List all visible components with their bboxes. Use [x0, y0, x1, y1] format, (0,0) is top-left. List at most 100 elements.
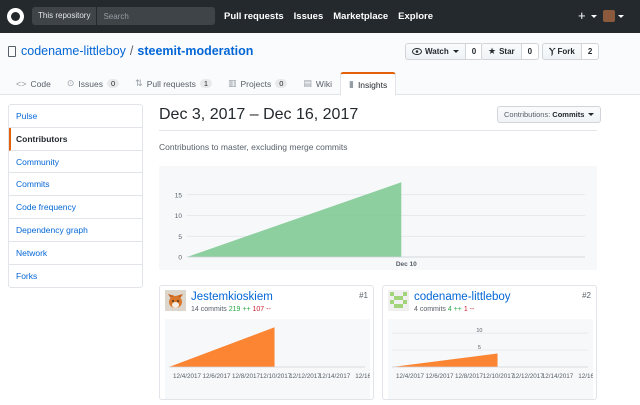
x-tick-label: 12/16/ [355, 373, 370, 380]
contributor-rank: #2 [582, 291, 591, 300]
user-avatar[interactable] [603, 10, 615, 22]
series-area [392, 353, 498, 367]
nav-issues[interactable]: Issues [294, 11, 324, 22]
date-range-title: Dec 3, 2017 – Dec 16, 2017 [159, 106, 359, 123]
contributor-card: Jestemkioskiem 14 commits 219 ++ 107 -- … [159, 285, 374, 400]
card-header: Jestemkioskiem 14 commits 219 ++ 107 -- … [160, 286, 373, 318]
repo-icon [8, 45, 16, 57]
star-label: Star [499, 47, 515, 56]
deletions-count: 107 -- [252, 306, 271, 313]
search-input[interactable]: Search [97, 12, 128, 21]
fork-count[interactable]: 2 [581, 43, 600, 60]
tab-projects[interactable]: ▥ Projects 0 [220, 72, 295, 95]
identicon-avatar[interactable] [388, 290, 409, 311]
x-tick-label: 12/16/ [578, 373, 593, 380]
sidebar-item-network[interactable]: Network [9, 242, 142, 265]
sidebar-item-contributors[interactable]: Contributors [9, 127, 142, 151]
sidebar-item-pulse[interactable]: Pulse [9, 105, 142, 128]
divider [159, 130, 597, 131]
series-area [187, 182, 402, 257]
x-tick-label: 12/6/2017 [425, 373, 454, 380]
contributions-select[interactable]: Contributions: Commits [497, 106, 602, 123]
chevron-down-icon [452, 50, 459, 53]
issue-icon: ⊙ [66, 78, 75, 88]
chevron-down-icon [588, 113, 595, 116]
tab-label: Code [30, 78, 51, 89]
tab-counter: 1 [199, 79, 212, 88]
commit-count[interactable]: 14 commits [191, 306, 227, 313]
fork-label: Fork [557, 47, 575, 56]
tab-label: Pull requests [146, 78, 196, 89]
fox-avatar[interactable] [165, 290, 186, 311]
repo-name-link[interactable]: steemit-moderation [137, 44, 253, 58]
star-count[interactable]: 0 [521, 43, 540, 60]
repo-separator: / [129, 44, 134, 58]
nav-pull-requests[interactable]: Pull requests [224, 11, 284, 22]
additions-count: 4 ++ [447, 306, 462, 313]
sidebar-item-dependency-graph[interactable]: Dependency graph [9, 219, 142, 242]
main-chart-svg: 0 5 10 15 Dec 10 [175, 182, 585, 268]
y-tick-label: 15 [175, 192, 183, 199]
contributor-stats: 4 commits 4 ++ 1 -- [414, 306, 474, 313]
nav-explore[interactable]: Explore [398, 11, 433, 22]
graph-icon: ▮ [348, 79, 354, 89]
x-tick-label: 12/8/2017 [232, 373, 261, 380]
x-tick-label: Dec 10 [396, 261, 417, 268]
chevron-down-icon[interactable] [591, 15, 597, 18]
repo-owner-link[interactable]: codename-littleboy [21, 44, 126, 58]
star-group: ★ Star 0 [481, 43, 540, 60]
sidebar-item-community[interactable]: Community [9, 151, 142, 174]
tab-wiki[interactable]: ▤ Wiki [295, 72, 340, 95]
search-scope: This repository [32, 7, 98, 25]
tab-label: Issues [78, 78, 103, 89]
sidebar-item-forks[interactable]: Forks [9, 265, 142, 288]
x-tick-label: 12/4/2017 [173, 373, 202, 380]
repo-title: codename-littleboy / steemit-moderation [8, 44, 253, 58]
y-tick-label: 0 [178, 255, 182, 262]
contributor-name-link[interactable]: Jestemkioskiem [191, 291, 273, 303]
contributor-card: codename-littleboy 4 commits 4 ++ 1 -- #… [382, 285, 597, 400]
main-contributions-chart[interactable]: 0 5 10 15 Dec 10 [159, 166, 597, 270]
tab-counter: 0 [275, 79, 288, 88]
search-box[interactable]: This repository Search [32, 7, 215, 25]
plus-icon[interactable]: + [578, 9, 586, 22]
contributor-rank: #1 [359, 291, 368, 300]
contributor-chart-svg: 5 10 12/4/2017 12/6/2017 12/8/2017 12/10/2017… [392, 328, 596, 380]
project-icon: ▥ [228, 78, 237, 88]
y-tick-label: 5 [478, 345, 481, 351]
star-button[interactable]: ★ Star [481, 43, 522, 60]
sidebar-item-commits[interactable]: Commits [9, 173, 142, 197]
x-tick-label: 12/12/2017 [289, 373, 321, 380]
fork-icon: Ⲩ [549, 46, 556, 56]
tab-counter: 0 [106, 79, 120, 88]
repo-header: codename-littleboy / steemit-moderation … [0, 33, 640, 96]
tab-insights[interactable]: ▮ Insights [339, 72, 397, 96]
tab-pull-requests[interactable]: ⇅ Pull requests 1 [127, 72, 220, 95]
contributions-subtitle: Contributions to master, excluding merge… [159, 142, 348, 152]
github-logo-icon[interactable] [7, 8, 24, 25]
nav-marketplace[interactable]: Marketplace [333, 11, 388, 22]
x-tick-label: 12/10/2017 [483, 373, 515, 380]
additions-count: 219 ++ [228, 306, 251, 313]
card-header: codename-littleboy 4 commits 4 ++ 1 -- #… [383, 286, 596, 318]
commit-count[interactable]: 4 commits [414, 306, 446, 313]
book-icon: ▤ [303, 78, 312, 88]
tab-code[interactable]: <> Code [8, 72, 59, 95]
insights-sidebar: Pulse Contributors Community Commits Cod… [8, 104, 143, 289]
y-tick-label: 10 [175, 213, 183, 220]
sidebar-item-code-frequency[interactable]: Code frequency [9, 196, 142, 219]
fork-button[interactable]: Ⲩ Fork [542, 43, 582, 60]
x-tick-label: 12/14/2017 [319, 373, 351, 380]
watch-button[interactable]: Watch [405, 43, 466, 60]
fork-group: Ⲩ Fork 2 [542, 43, 600, 60]
contributor-name-link[interactable]: codename-littleboy [414, 291, 511, 303]
contributor-stats: 14 commits 219 ++ 107 -- [191, 306, 271, 313]
tab-issues[interactable]: ⊙ Issues 0 [59, 72, 127, 95]
x-tick-label: 12/14/2017 [542, 373, 574, 380]
chevron-down-icon[interactable] [618, 15, 624, 18]
x-tick-label: 12/12/2017 [512, 373, 544, 380]
identicon-image [388, 290, 409, 311]
eye-icon [412, 48, 422, 55]
contributor-chart: 12/4/2017 12/6/2017 12/8/2017 12/10/2017 12/… [165, 319, 373, 399]
y-tick-label: 10 [476, 328, 482, 334]
